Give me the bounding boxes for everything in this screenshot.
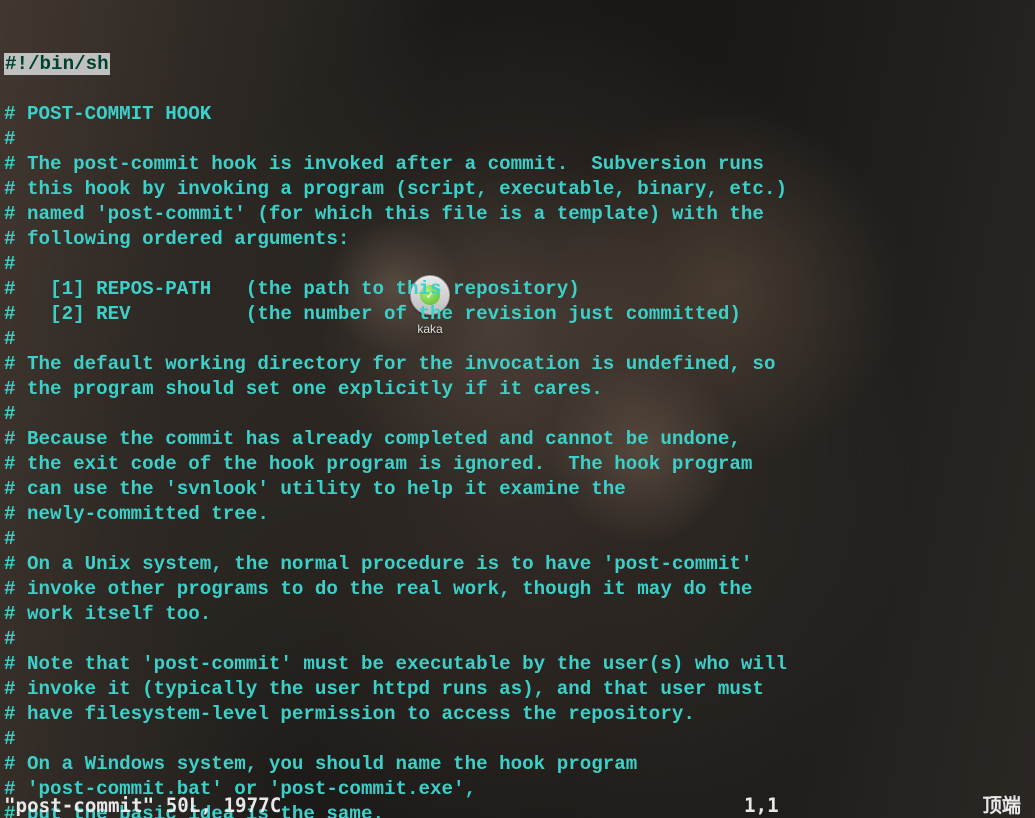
code-line: # [4, 528, 16, 550]
code-line: # [4, 728, 16, 750]
status-cursor-position: 1,1 [744, 793, 779, 818]
code-line: # can use the 'svnlook' utility to help … [4, 478, 626, 500]
code-line: # [4, 403, 16, 425]
terminal-viewport[interactable]: #!/bin/sh # POST-COMMIT HOOK # # The pos… [0, 0, 1035, 818]
code-line: # POST-COMMIT HOOK [4, 103, 211, 125]
code-line: # invoke other programs to do the real w… [4, 578, 752, 600]
code-line: # Note that 'post-commit' must be execut… [4, 653, 787, 675]
code-line: # invoke it (typically the user httpd ru… [4, 678, 764, 700]
code-line: # [2] REV (the number of the revision ju… [4, 303, 741, 325]
code-line: # the exit code of the hook program is i… [4, 453, 752, 475]
code-line: # [4, 253, 16, 275]
status-file: "post-commit" 50L, 1977C [4, 793, 281, 818]
code-line: # [4, 128, 16, 150]
code-line: # work itself too. [4, 603, 211, 625]
vim-status-line: "post-commit" 50L, 1977C 1,1 顶端 [4, 793, 1031, 818]
code-line: # Because the commit has already complet… [4, 428, 741, 450]
status-scroll: 顶端 [983, 793, 1021, 818]
code-line: # [4, 628, 16, 650]
code-line: # this hook by invoking a program (scrip… [4, 178, 787, 200]
code-line: # have filesystem-level permission to ac… [4, 703, 695, 725]
code-line: # The post-commit hook is invoked after … [4, 153, 764, 175]
shebang-line: #!/bin/sh [4, 53, 110, 75]
code-line: # [1] REPOS-PATH (the path to this repos… [4, 278, 580, 300]
code-line: # following ordered arguments: [4, 228, 349, 250]
code-line: # On a Windows system, you should name t… [4, 753, 637, 775]
code-line: # named 'post-commit' (for which this fi… [4, 203, 764, 225]
code-line: # [4, 328, 16, 350]
code-line: # newly-committed tree. [4, 503, 269, 525]
editor-content: #!/bin/sh # POST-COMMIT HOOK # # The pos… [4, 52, 1035, 818]
code-line: # The default working directory for the … [4, 353, 775, 375]
code-line: # On a Unix system, the normal procedure… [4, 553, 752, 575]
code-line: # the program should set one explicitly … [4, 378, 603, 400]
